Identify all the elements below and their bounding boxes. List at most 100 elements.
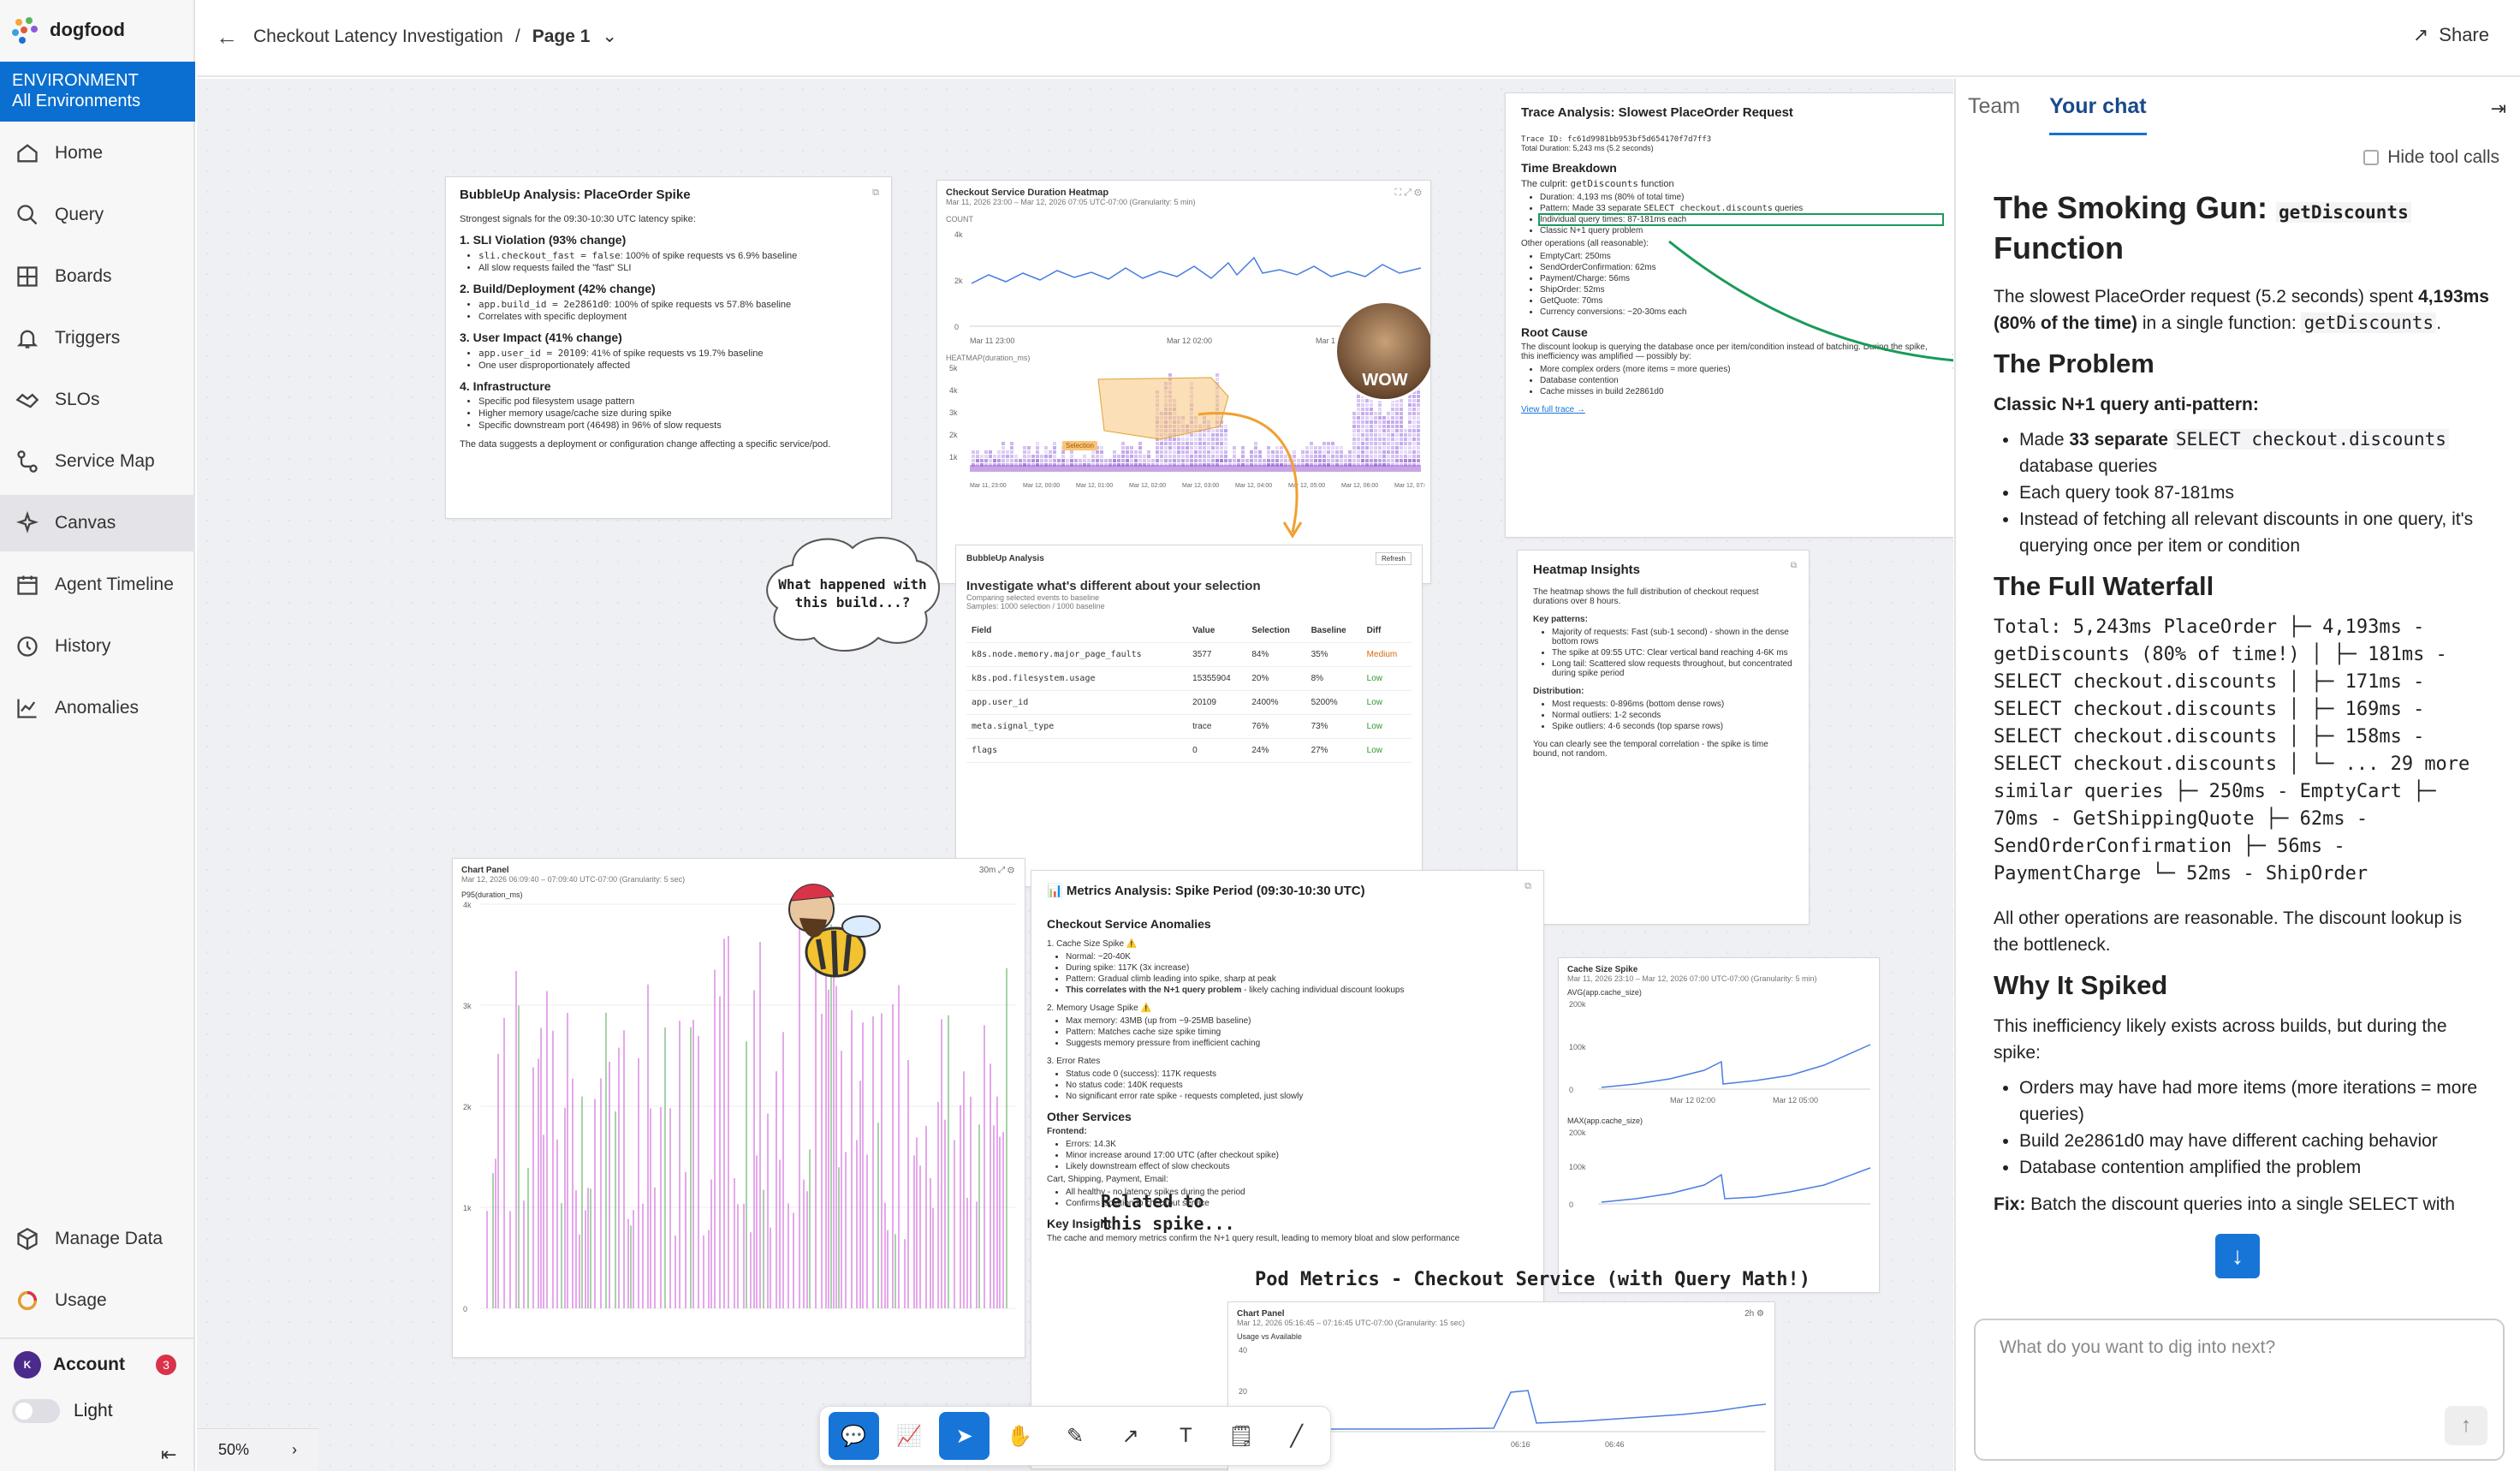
table-cell: Low — [1361, 666, 1412, 691]
chart-range[interactable]: 30m ⤢ ⚙ — [979, 866, 1014, 875]
heatmap-cell — [1412, 420, 1416, 424]
nav-item-triggers[interactable]: Triggers — [0, 310, 195, 366]
page-selector[interactable]: Page 1 — [532, 27, 591, 47]
nav-item-service-map[interactable]: Service Map — [0, 433, 195, 490]
heatmap-cell — [1010, 463, 1013, 467]
select-tool-button[interactable]: ➤ — [939, 1412, 990, 1460]
sticky-note-tool-button[interactable]: 🗒 — [1216, 1412, 1267, 1460]
heatmap-cell — [1143, 463, 1146, 467]
nav-item-canvas[interactable]: Canvas — [0, 495, 195, 551]
nav-item-boards[interactable]: Boards — [0, 248, 195, 305]
tab-your-chat[interactable]: Your chat — [2049, 94, 2147, 135]
section-heading: Investigate what's different about your … — [966, 579, 1261, 593]
line-tool-button[interactable]: ╱ — [1271, 1412, 1322, 1460]
share-button[interactable]: ↗ Share — [2413, 24, 2489, 46]
arrow-tool-button[interactable]: ↗ — [1105, 1412, 1156, 1460]
nav-item-home[interactable]: Home — [0, 125, 195, 182]
column-header[interactable]: Field — [966, 619, 1188, 643]
send-button[interactable]: ↑ — [2445, 1406, 2487, 1445]
nav-item-slos[interactable]: SLOs — [0, 372, 195, 428]
pan-tool-button[interactable]: ✋ — [995, 1412, 1045, 1460]
chart-range[interactable]: 2h ⚙ — [1744, 1309, 1764, 1319]
checkbox-label: Hide tool calls — [2387, 147, 2499, 167]
chevron-down-icon[interactable]: ⌄ — [602, 26, 617, 47]
heatmap-insights-card[interactable]: Heatmap Insights ⧉ The heatmap shows the… — [1517, 550, 1810, 925]
collapse-sidebar-icon[interactable]: ⇤ — [161, 1444, 176, 1466]
section-heading: 1. SLI Violation (93% change) — [460, 233, 627, 247]
column-header[interactable]: Value — [1187, 619, 1247, 643]
heatmap-cell — [997, 463, 1001, 467]
toggle-switch[interactable] — [12, 1399, 60, 1423]
sticky-note[interactable]: What happened with this build...? — [776, 575, 930, 611]
cache-size-chart-card[interactable]: Cache Size Spike Mar 11, 2026 23:10 – Ma… — [1558, 957, 1880, 1293]
tab-team[interactable]: Team — [1968, 94, 2020, 135]
nav-item-agent-timeline[interactable]: Agent Timeline — [0, 557, 195, 613]
nav-item-manage-data[interactable]: Manage Data — [0, 1211, 195, 1267]
table-row[interactable]: k8s.pod.filesystem.usage 15355904 20% 8% Low — [966, 666, 1412, 691]
wow-sticker-image[interactable]: WOW — [1334, 301, 1430, 402]
copy-icon[interactable]: ⧉ — [872, 188, 879, 199]
zoom-control[interactable]: 50% › — [197, 1428, 318, 1471]
nav-item-query[interactable]: Query — [0, 187, 195, 243]
back-arrow-icon[interactable]: ← — [216, 24, 238, 51]
app-logo[interactable]: dogfood — [10, 15, 125, 45]
copy-icon[interactable]: ⧉ — [1524, 881, 1531, 892]
sticky-note[interactable]: Pod Metrics - Checkout Service (with Que… — [1255, 1269, 1810, 1290]
table-row[interactable]: app.user_id 20109 2400% 5200% Low — [966, 690, 1412, 715]
theme-toggle[interactable]: Light — [12, 1399, 113, 1423]
list-item: Most requests: 0-896ms (bottom dense row… — [1552, 700, 1793, 709]
heatmap-cell — [1361, 425, 1364, 428]
canvas-title[interactable]: Checkout Latency Investigation — [253, 27, 503, 47]
heatmap-cell — [1361, 459, 1364, 462]
text-tool-button[interactable]: T — [1161, 1412, 1211, 1460]
column-header[interactable]: Selection — [1246, 619, 1306, 643]
heatmap-cell — [997, 450, 1001, 454]
nav-item-history[interactable]: History — [0, 618, 195, 675]
hide-tool-calls-checkbox[interactable]: Hide tool calls — [2363, 147, 2499, 168]
chat-input[interactable]: What do you want to dig into next? ↑ — [1974, 1319, 2505, 1461]
heatmap-cell — [1412, 442, 1416, 445]
environment-selector[interactable]: ENVIRONMENT All Environments — [0, 62, 195, 122]
bee-sticker-image[interactable] — [776, 875, 887, 1003]
column-header[interactable]: Baseline — [1305, 619, 1362, 643]
heatmap-cell — [1382, 429, 1386, 432]
canvas-area[interactable]: BubbleUp Analysis: PlaceOrder Spike ⧉ St… — [197, 79, 1953, 1471]
pen-tool-button[interactable]: ✎ — [1050, 1412, 1101, 1460]
heatmap-cell — [1395, 425, 1399, 428]
table-row[interactable]: k8s.node.memory.major_page_faults 3577 84%… — [966, 642, 1412, 667]
table-row[interactable]: flags 0 24% 27% Low — [966, 738, 1412, 763]
heatmap-cell — [1126, 455, 1129, 458]
heatmap-cell — [993, 463, 996, 467]
max-cache-size-chart: 200k 100k 0 — [1569, 1129, 1871, 1209]
p95-chart-card[interactable]: Chart Panel Mar 12, 2026 06:09:40 – 07:0… — [452, 858, 1025, 1358]
scroll-to-bottom-button[interactable]: ↓ — [2215, 1234, 2260, 1278]
p95-line-chart[interactable]: 4k 3k 2k 1k 0 — [461, 899, 1018, 1327]
nav-item-anomalies[interactable]: Anomalies — [0, 680, 195, 736]
account-menu[interactable]: K Account 3 — [0, 1337, 195, 1391]
column-header[interactable]: Diff — [1361, 619, 1412, 643]
copy-icon[interactable]: ⧉ — [1791, 561, 1797, 570]
sticky-note[interactable]: Related to this spike... — [1101, 1190, 1246, 1235]
chevron-right-icon[interactable]: › — [292, 1441, 297, 1459]
heatmap-cell — [1044, 463, 1048, 467]
view-full-trace-link[interactable]: View full trace → — [1521, 405, 1942, 414]
chart-actions-icon[interactable]: ⛶ ⤢ ⚙ — [1394, 188, 1422, 199]
zoom-level[interactable]: 50% — [218, 1441, 249, 1459]
environment-value: All Environments — [12, 92, 141, 110]
refresh-button[interactable]: Refresh — [1375, 552, 1412, 565]
bubbleup-table-card[interactable]: BubbleUp Analysis Refresh Investigate wh… — [955, 545, 1423, 887]
nav-item-usage[interactable]: Usage — [0, 1272, 195, 1329]
heatmap-cell — [1395, 408, 1399, 411]
heatmap-cell — [1365, 399, 1369, 402]
bubbleup-summary-card[interactable]: BubbleUp Analysis: PlaceOrder Spike ⧉ St… — [445, 176, 892, 519]
message-paragraph: Fix: Batch the discount queries into a s… — [1994, 1194, 2455, 1214]
checkbox[interactable] — [2363, 150, 2380, 165]
heatmap-cell — [1001, 446, 1005, 450]
collapse-panel-icon[interactable]: ⇥ — [2491, 98, 2506, 120]
heatmap-cell — [1061, 459, 1065, 462]
heatmap-cell — [1001, 455, 1005, 458]
chat-tool-button[interactable]: 💬 — [829, 1412, 879, 1460]
table-row[interactable]: meta.signal_type trace 76% 73% Low — [966, 714, 1412, 739]
table-cell: Low — [1361, 738, 1412, 763]
chart-tool-button[interactable]: 📈 — [884, 1412, 935, 1460]
